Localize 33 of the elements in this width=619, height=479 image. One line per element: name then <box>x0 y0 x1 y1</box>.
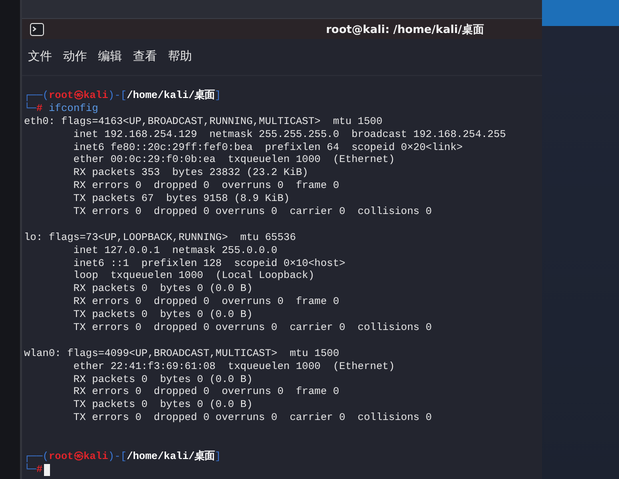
terminal-line: inet 127.0.0.1 netmask 255.0.0.0 <box>72 244 278 258</box>
terminal-line: TX errors 0 dropped 0 overruns 0 carrier 0 collisions 0 <box>72 412 433 426</box>
terminal-line: lo: flags=73<UP,LOOPBACK,RUNNING> mtu 65536 <box>24 232 297 245</box>
terminal-line: TX errors 0 dropped 0 overruns 0 carrier 0 collisions 0 <box>72 206 433 219</box>
command-line: └─# <box>24 464 43 477</box>
terminal-line: eth0: flags=4163<UP,BROADCAST,RUNNING,MULTICAST> mtu 1500 <box>24 116 384 129</box>
terminal-line: RX packets 353 bytes 23832 (23.2 KiB) <box>72 167 310 180</box>
terminal-line: RX errors 0 dropped 0 overruns 0 frame 0 <box>72 386 340 400</box>
terminal-line: RX errors 0 dropped 0 overruns 0 frame 0 <box>72 296 340 310</box>
terminal-line: RX packets 0 bytes 0 (0.0 B) <box>72 283 254 296</box>
terminal-line: RX packets 0 bytes 0 (0.0 B) <box>72 374 254 386</box>
terminal-line: TX packets 0 bytes 0 (0.0 B) <box>72 399 254 412</box>
terminal-line: inet6 ::1 prefixlen 128 scopeid 0×10<host> <box>72 258 346 270</box>
prompt-line: ┌──(root㉿kali)-[/home/kali/桌面] <box>24 90 222 102</box>
terminal-line: ether 00:0c:29:f0:0b:ea txqueuelen 1000 (Ethernet) <box>72 154 396 168</box>
terminal-line: wlan0: flags=4099<UP,BROADCAST,MULTICAST> mtu 1500 <box>24 348 340 361</box>
terminal-line: TX packets 67 bytes 9158 (8.9 KiB) <box>72 193 291 206</box>
command-line: └─# ifconfig <box>24 102 98 116</box>
menu-item[interactable]: 动作 <box>63 48 87 65</box>
menu-item[interactable]: 文件 <box>28 48 52 65</box>
terminal-line: loop txqueuelen 1000 (Local Loopback) <box>72 270 316 284</box>
menu-item[interactable]: 查看 <box>133 48 157 65</box>
terminal-line: RX errors 0 dropped 0 overruns 0 frame 0 <box>72 180 340 194</box>
terminal-line: inet6 fe80::20c:29ff:fef0:bea prefixlen 64 scopeid 0×20<link> <box>72 142 464 154</box>
menu-item[interactable]: 帮助 <box>168 48 192 65</box>
window-title: root@kali: /home/kali/桌面 <box>326 22 484 36</box>
prompt-line: ┌──(root㉿kali)-[/home/kali/桌面] <box>24 450 222 463</box>
menu-item[interactable]: 编辑 <box>98 48 122 65</box>
terminal-line: inet 192.168.254.129 netmask 255.255.255.0 broadcast 192.168.254.255 <box>72 128 507 142</box>
terminal-icon <box>30 22 44 36</box>
terminal-line: TX packets 0 bytes 0 (0.0 B) <box>72 309 254 322</box>
terminal-line: TX errors 0 dropped 0 overruns 0 carrier 0 collisions 0 <box>72 322 433 335</box>
terminal-line: ether 22:41:f3:69:61:08 txqueuelen 1000 (Ethernet) <box>72 360 396 374</box>
